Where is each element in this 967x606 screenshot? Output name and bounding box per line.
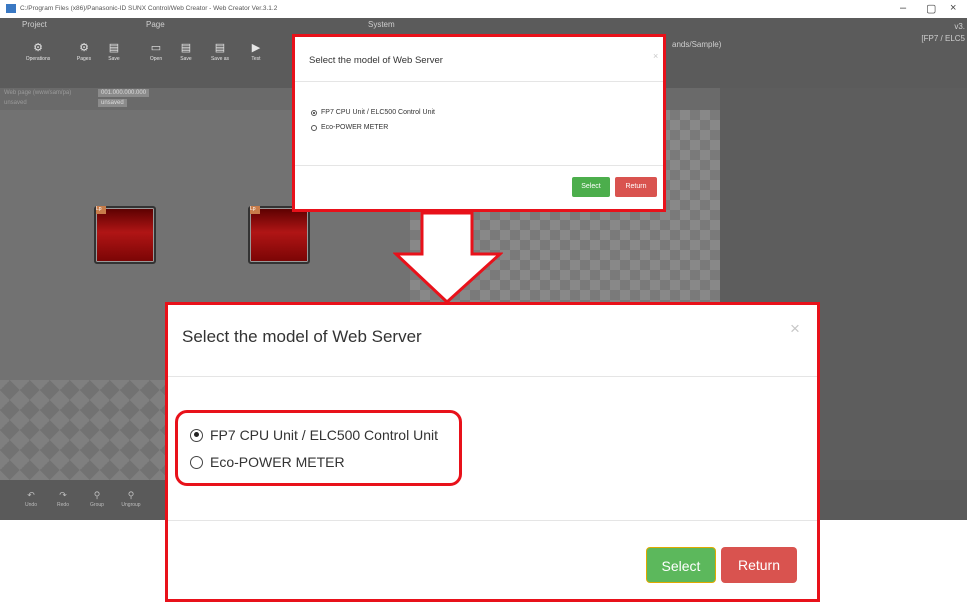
lamp-tag: Lp bbox=[96, 206, 106, 214]
maximize-button[interactable]: ▢ bbox=[926, 2, 936, 15]
tab-status-right: unsaved bbox=[98, 99, 127, 107]
undo-button[interactable]: ↶ Undo bbox=[20, 488, 42, 514]
undo-icon: ↶ bbox=[27, 490, 35, 500]
group-label-system: System bbox=[368, 20, 395, 29]
divider bbox=[295, 81, 663, 82]
return-button[interactable]: Return bbox=[721, 547, 797, 583]
tab-status-left: unsaved bbox=[4, 100, 27, 106]
close-icon[interactable]: × bbox=[653, 51, 658, 61]
lamp-widget[interactable] bbox=[248, 206, 310, 264]
model-label: [FP7 / ELC5 bbox=[921, 34, 965, 43]
radio-fp7-cpu-unit[interactable]: FP7 CPU Unit / ELC500 Control Unit bbox=[311, 109, 435, 116]
return-button[interactable]: Return bbox=[615, 177, 657, 197]
title-bar: C:/Program Files (x86)/Panasonic-ID SUNX… bbox=[0, 0, 967, 18]
save-icon: ▤ bbox=[180, 42, 192, 54]
select-button[interactable]: Select bbox=[646, 547, 716, 583]
divider bbox=[168, 520, 817, 521]
radio-selected-icon[interactable] bbox=[190, 428, 203, 442]
open-page-button[interactable]: ▭ Open bbox=[142, 40, 170, 74]
ungroup-icon: ⚲ bbox=[127, 490, 135, 500]
redo-icon: ↷ bbox=[59, 490, 67, 500]
select-button[interactable]: Select bbox=[572, 177, 610, 197]
minimize-button[interactable]: – bbox=[900, 2, 906, 14]
divider bbox=[295, 165, 663, 166]
page-save-as-button[interactable]: ▤ Save as bbox=[206, 40, 234, 74]
radio-unselected-icon[interactable] bbox=[311, 124, 317, 131]
group-label-project: Project bbox=[22, 20, 47, 29]
app-icon bbox=[6, 4, 16, 13]
test-button[interactable]: ▶ Test bbox=[242, 40, 270, 74]
lamp-widget[interactable] bbox=[94, 206, 156, 264]
group-label-page: Page bbox=[146, 20, 165, 29]
lamp-tag: Lp bbox=[250, 206, 260, 214]
radio-unselected-icon[interactable] bbox=[190, 455, 203, 469]
play-icon: ▶ bbox=[251, 42, 261, 54]
new-page-icon: ▭ bbox=[150, 42, 162, 54]
redo-button[interactable]: ↷ Redo bbox=[52, 488, 74, 514]
model-select-dialog-small: Select the model of Web Server × FP7 CPU… bbox=[292, 34, 666, 212]
project-path: ands/Sample) bbox=[672, 40, 722, 49]
radio-eco-power-meter[interactable]: Eco-POWER METER bbox=[311, 124, 388, 131]
group-icon: ⚲ bbox=[93, 490, 101, 500]
project-save-button[interactable]: ▤ Save bbox=[100, 40, 128, 74]
down-arrow-icon bbox=[393, 212, 503, 304]
version-label: v3. bbox=[954, 22, 965, 31]
group-button[interactable]: ⚲ Group bbox=[86, 488, 108, 514]
dialog-title: Select the model of Web Server bbox=[182, 327, 422, 346]
close-icon[interactable]: × bbox=[790, 319, 800, 339]
pages-button[interactable]: ⚙ Pages bbox=[70, 40, 98, 74]
dialog-title: Select the model of Web Server bbox=[309, 55, 443, 66]
tab-web-page[interactable]: Web page (www/sam/pa) bbox=[4, 90, 71, 96]
radio-eco-power-meter[interactable]: Eco-POWER METER bbox=[190, 454, 345, 470]
page-save-button[interactable]: ▤ Save bbox=[172, 40, 200, 74]
settings-icon: ⚙ bbox=[79, 42, 89, 54]
close-window-button[interactable]: × bbox=[950, 2, 956, 14]
model-select-dialog-zoomed: Select the model of Web Server × FP7 CPU… bbox=[165, 302, 820, 602]
divider bbox=[168, 376, 817, 377]
save-icon: ▤ bbox=[108, 42, 120, 54]
radio-selected-icon[interactable] bbox=[311, 109, 317, 116]
options-highlight-box bbox=[175, 410, 462, 486]
tab-page-id[interactable]: 001.000.000.000 bbox=[98, 89, 150, 97]
operations-button[interactable]: ⚙ Operations bbox=[24, 40, 52, 74]
ungroup-button[interactable]: ⚲ Ungroup bbox=[120, 488, 142, 514]
radio-fp7-cpu-unit[interactable]: FP7 CPU Unit / ELC500 Control Unit bbox=[190, 427, 438, 443]
window-title: C:/Program Files (x86)/Panasonic-ID SUNX… bbox=[20, 5, 278, 12]
gear-icon: ⚙ bbox=[33, 42, 43, 54]
save-as-icon: ▤ bbox=[214, 42, 226, 54]
